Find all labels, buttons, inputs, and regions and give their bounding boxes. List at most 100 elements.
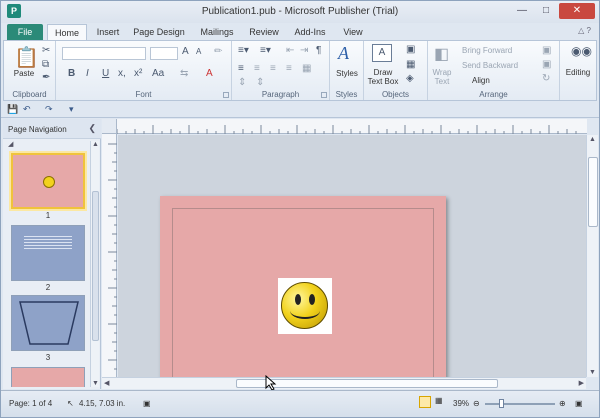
nav-header: Page Navigation ❮ [3, 119, 101, 139]
styles-icon[interactable]: A [338, 43, 349, 64]
font-name-dropdown[interactable] [62, 47, 146, 60]
tab-add-ins[interactable]: Add-Ins [293, 24, 327, 41]
horizontal-scrollbar[interactable]: ◀ ▶ [102, 377, 586, 389]
paragraph-dialog-launcher[interactable] [321, 92, 327, 98]
tab-insert[interactable]: Insert [91, 24, 125, 41]
wrap-text-icon[interactable]: ◧ [434, 44, 449, 64]
justify-icon[interactable]: ≡ [286, 63, 292, 74]
paste-icon[interactable]: 📋 [14, 45, 39, 70]
shapes-icon[interactable]: ◈ [406, 73, 414, 84]
page-thumbnail[interactable] [9, 151, 87, 211]
zoom-in-icon[interactable]: ⊕ [559, 399, 566, 408]
pilcrow-icon[interactable]: ¶ [316, 45, 321, 56]
document-workspace[interactable] [118, 135, 586, 377]
paste-button[interactable]: Paste [10, 69, 38, 78]
zoom-out-icon[interactable]: ⊖ [473, 399, 480, 408]
text-box-icon[interactable]: A [372, 44, 392, 62]
character-spacing-icon[interactable]: ⇆ [180, 68, 188, 79]
collapse-nav-icon[interactable]: ❮ [88, 123, 96, 134]
scroll-left-icon[interactable]: ◀ [104, 379, 109, 387]
table-icon[interactable]: ▦ [406, 59, 415, 70]
grow-font-icon[interactable]: A [182, 46, 189, 57]
styles-button[interactable]: Styles [332, 69, 362, 78]
ungroup-icon[interactable]: ▣ [542, 59, 551, 70]
fit-page-icon[interactable]: ▣ [575, 399, 583, 408]
undo-icon[interactable]: ↶ [23, 104, 31, 115]
scroll-up-icon[interactable]: ▲ [92, 141, 99, 148]
minimize-button[interactable]: — [511, 3, 533, 19]
horizontal-ruler[interactable] [116, 119, 587, 134]
close-button[interactable]: ✕ [559, 3, 595, 19]
font-dialog-launcher[interactable] [223, 92, 229, 98]
paragraph-spacing-icon[interactable]: ⇕ [256, 77, 264, 88]
send-backward-button[interactable]: Send Backward [462, 61, 518, 70]
vertical-scroll-thumb[interactable] [588, 157, 598, 227]
zoom-slider[interactable] [485, 399, 555, 408]
ribbon-home: 📋 Paste ✂ ⧉ ✒ Clipboard A A ✏ B I U x, x… [3, 40, 597, 101]
nav-scroll-thumb[interactable] [92, 191, 99, 341]
subscript-button[interactable]: x, [118, 68, 126, 79]
scroll-down-icon[interactable]: ▼ [589, 369, 596, 376]
font-color-icon[interactable]: A [206, 68, 213, 79]
vertical-ruler[interactable] [102, 134, 117, 380]
two-page-view-icon[interactable]: ▦ [435, 396, 443, 405]
binoculars-icon[interactable]: ◉◉ [571, 44, 592, 58]
font-size-dropdown[interactable] [150, 47, 178, 60]
bold-button[interactable]: B [68, 68, 75, 79]
line-spacing-icon[interactable]: ⇕ [238, 77, 246, 88]
scroll-right-icon[interactable]: ▶ [579, 379, 584, 387]
publication-page[interactable] [160, 196, 446, 377]
editing-button[interactable]: Editing [560, 68, 596, 77]
shrink-font-icon[interactable]: A [196, 47, 201, 56]
tab-view[interactable]: View [339, 24, 367, 41]
save-icon[interactable]: 💾 [7, 104, 18, 115]
italic-button[interactable]: I [86, 68, 89, 79]
scroll-down-icon[interactable]: ▼ [92, 380, 99, 387]
wrap-text-line1[interactable]: Wrap [428, 68, 456, 77]
wrap-text-line2[interactable]: Text [428, 77, 456, 86]
increase-indent-icon[interactable]: ⇥ [300, 45, 308, 56]
group-icon[interactable]: ▣ [542, 45, 551, 56]
picture-icon[interactable]: ▣ [406, 44, 415, 55]
page-thumbnail[interactable] [11, 295, 85, 351]
redo-icon[interactable]: ↷ [45, 104, 53, 115]
single-page-view-icon[interactable] [419, 396, 431, 408]
underline-button[interactable]: U [102, 68, 109, 79]
draw-text-box-line1[interactable]: Draw [364, 68, 402, 77]
tab-home[interactable]: Home [47, 24, 87, 41]
vertical-scrollbar[interactable]: ▲ ▼ [586, 135, 598, 377]
rotate-icon[interactable]: ↻ [542, 73, 550, 84]
tab-page-design[interactable]: Page Design [131, 24, 187, 41]
maximize-button[interactable]: □ [535, 3, 557, 19]
zoom-slider-knob[interactable] [499, 399, 504, 408]
page-thumbnail[interactable] [11, 367, 85, 387]
bullets-icon[interactable]: ≡▾ [238, 45, 249, 56]
copy-icon[interactable]: ⧉ [42, 59, 49, 70]
page-indicator[interactable]: Page: 1 of 4 [9, 399, 52, 408]
bring-forward-button[interactable]: Bring Forward [462, 46, 512, 55]
align-center-icon[interactable]: ≡ [254, 63, 260, 74]
smiley-picture[interactable] [278, 278, 332, 334]
change-case-button[interactable]: Aa [152, 68, 164, 79]
customize-qat-icon[interactable]: ▾ [69, 104, 74, 115]
format-painter-icon[interactable]: ✒ [42, 72, 50, 83]
align-button[interactable]: Align [472, 76, 490, 85]
decrease-indent-icon[interactable]: ⇤ [286, 45, 294, 56]
nav-scrollbar[interactable]: ▲ ▼ [90, 141, 99, 387]
columns-icon[interactable]: ▦ [302, 63, 311, 74]
tab-mailings[interactable]: Mailings [197, 24, 237, 41]
zoom-level[interactable]: 39% [453, 399, 469, 408]
tab-review[interactable]: Review [247, 24, 281, 41]
help-icon[interactable]: △ ? [578, 26, 591, 35]
superscript-button[interactable]: x² [134, 68, 142, 79]
group-label-clipboard: Clipboard [12, 90, 47, 99]
scroll-up-icon[interactable]: ▲ [589, 136, 596, 143]
tab-file[interactable]: File [7, 24, 43, 41]
clear-format-icon[interactable]: ✏ [214, 46, 222, 57]
align-right-icon[interactable]: ≡ [270, 63, 276, 74]
align-left-icon[interactable]: ≡ [238, 63, 244, 74]
cut-icon[interactable]: ✂ [42, 45, 50, 56]
numbering-icon[interactable]: ≡▾ [260, 45, 271, 56]
page-thumbnail[interactable] [11, 225, 85, 281]
draw-text-box-line2[interactable]: Text Box [364, 77, 402, 86]
